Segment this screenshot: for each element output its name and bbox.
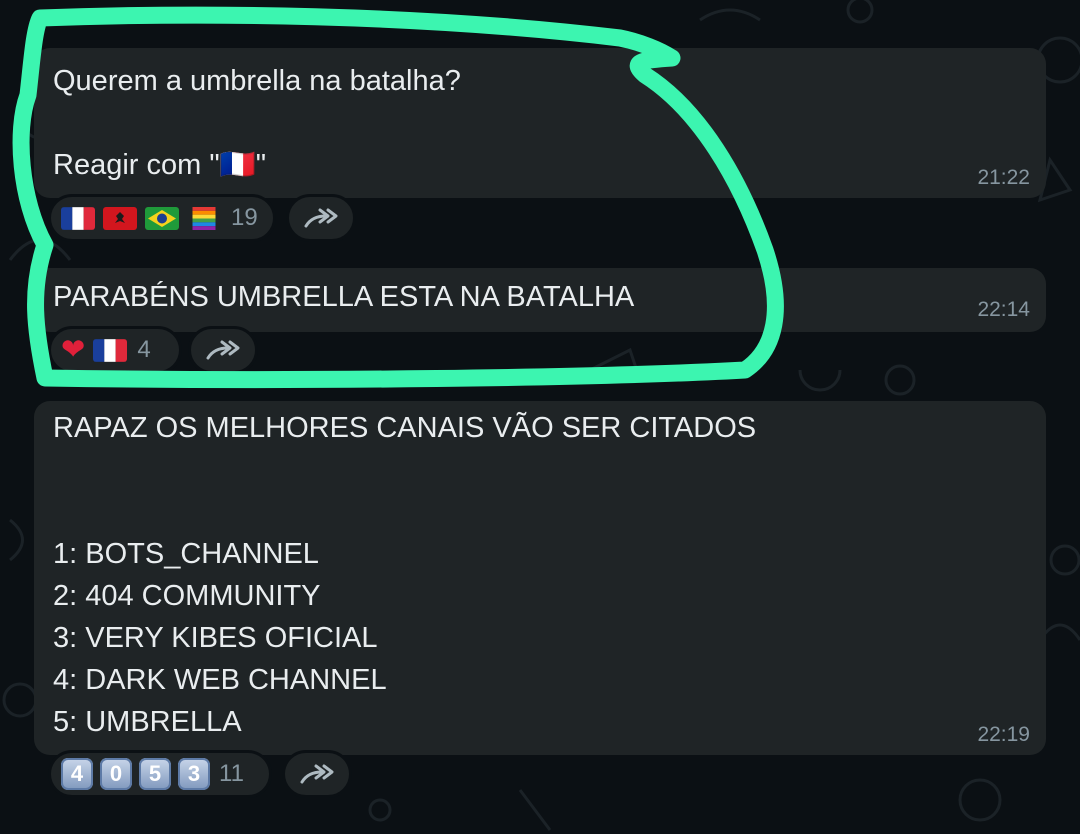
message-text: RAPAZ OS MELHORES CANAIS VÃO SER CITADOS… bbox=[53, 412, 757, 738]
keycap-5-icon: 5 bbox=[139, 758, 171, 790]
flag-brazil-icon bbox=[145, 206, 179, 230]
message-bubble[interactable]: RAPAZ OS MELHORES CANAIS VÃO SER CITADOS… bbox=[34, 401, 1046, 755]
flag-france-icon bbox=[61, 206, 95, 230]
flag-france-icon bbox=[93, 338, 128, 362]
reaction-bar[interactable]: 19 bbox=[48, 194, 276, 242]
message-text: Querem a umbrella na batalha? Reagir com… bbox=[53, 65, 461, 181]
message-bubble[interactable]: Querem a umbrella na batalha? Reagir com… bbox=[34, 48, 1046, 198]
reaction-count: 4 bbox=[137, 336, 151, 363]
flag-rainbow-icon bbox=[187, 206, 221, 230]
reaction-count: 19 bbox=[231, 204, 258, 231]
keycap-4-icon: 4 bbox=[61, 758, 93, 790]
message-timestamp: 22:19 bbox=[977, 723, 1030, 746]
message-bubble[interactable]: PARABÉNS UMBRELLA ESTA NA BATALHA 22:14 bbox=[34, 268, 1046, 332]
reaction-bar[interactable]: 4 0 5 3 11 bbox=[48, 750, 272, 798]
message-text: PARABÉNS UMBRELLA ESTA NA BATALHA bbox=[53, 281, 635, 313]
forward-button[interactable] bbox=[188, 326, 258, 374]
message-timestamp: 22:14 bbox=[977, 298, 1030, 321]
message-timestamp: 21:22 bbox=[977, 166, 1030, 189]
keycap-3-icon: 3 bbox=[178, 758, 210, 790]
keycap-0-icon: 0 bbox=[100, 758, 132, 790]
forward-arrow-icon bbox=[304, 208, 338, 228]
forward-button[interactable] bbox=[286, 194, 356, 242]
flag-albania-icon bbox=[103, 206, 137, 230]
forward-arrow-icon bbox=[206, 340, 240, 360]
chat-screen: Querem a umbrella na batalha? Reagir com… bbox=[0, 0, 1080, 834]
forward-button[interactable] bbox=[282, 750, 352, 798]
reaction-count: 11 bbox=[219, 760, 244, 787]
forward-arrow-icon bbox=[300, 764, 334, 784]
red-heart-icon: ❤ bbox=[61, 333, 86, 366]
reaction-bar[interactable]: ❤ 4 bbox=[48, 326, 182, 374]
